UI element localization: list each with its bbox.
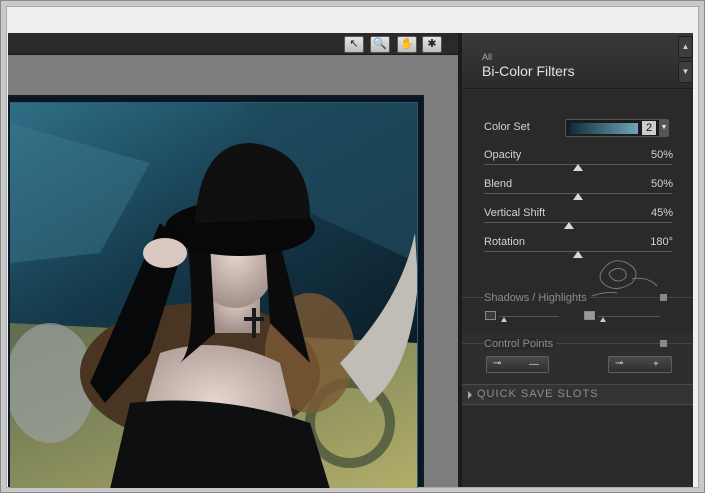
opacity-label: Opacity	[484, 149, 522, 161]
opacity-slider-thumb[interactable]	[573, 164, 583, 171]
filter-category: All	[482, 52, 493, 62]
shadow-slider[interactable]	[499, 316, 559, 317]
rose-sketch	[591, 260, 658, 297]
scroll-up-icon[interactable]: ▲	[678, 36, 693, 58]
top-strip	[7, 7, 698, 33]
key-pointer-icon: ⊸	[493, 358, 502, 369]
quick-save-label: QUICK SAVE SLOTS	[477, 388, 599, 400]
light-tool-icon[interactable]: ✱	[422, 36, 442, 53]
shadows-highlights-label: Shadows / Highlights	[484, 292, 590, 304]
color-set-label: Color Set	[484, 121, 530, 133]
rotation-slider-thumb[interactable]	[573, 251, 583, 258]
blend-label: Blend	[484, 178, 513, 190]
scroll-down-icon[interactable]: ▼	[678, 61, 693, 83]
preview-image[interactable]	[10, 102, 418, 488]
shadow-slider-thumb[interactable]	[501, 317, 507, 322]
vertical-shift-slider[interactable]	[484, 222, 672, 223]
highlight-slider-thumb[interactable]	[600, 317, 606, 322]
expand-arrow-icon	[468, 391, 472, 399]
plus-icon: +	[653, 359, 659, 370]
opacity-value: 50%	[650, 149, 673, 161]
preview-image-frame	[8, 95, 424, 488]
highlight-color-swatch[interactable]	[584, 311, 595, 320]
chevron-down-icon[interactable]: ▼	[659, 120, 669, 136]
preview-toolbar: ↖ 🔍 ✋ ✱	[8, 33, 460, 55]
vertical-shift-slider-thumb[interactable]	[563, 222, 574, 229]
shadows-expand-icon[interactable]	[660, 294, 667, 301]
minus-icon: —	[529, 359, 539, 370]
panel-empty-area	[462, 406, 693, 487]
key-pointer-icon: ⊸	[615, 358, 624, 369]
pointer-tool-icon[interactable]: ↖	[344, 36, 364, 53]
filter-panel: All Bi-Color Filters ▲ ▼ Color Set 2 ▼ O…	[462, 33, 693, 487]
control-points-label: Control Points	[484, 338, 557, 350]
vertical-shift-label: Vertical Shift	[484, 207, 546, 219]
color-set-gradient	[570, 123, 638, 134]
zoom-tool-icon[interactable]: 🔍	[370, 36, 390, 53]
color-set-value: 2	[642, 121, 656, 135]
hand-tool-icon[interactable]: ✋	[397, 36, 417, 53]
quick-save-slots[interactable]: QUICK SAVE SLOTS	[462, 384, 693, 405]
control-points-expand-icon[interactable]	[660, 340, 667, 347]
shadow-color-swatch[interactable]	[485, 311, 496, 320]
highlight-slider[interactable]	[598, 316, 660, 317]
vertical-shift-value: 45%	[650, 207, 673, 219]
blend-value: 50%	[650, 178, 673, 190]
blend-slider-thumb[interactable]	[573, 193, 583, 200]
remove-control-point-button[interactable]: ⊸ —	[486, 356, 549, 373]
color-set-selector[interactable]: 2 ▼	[565, 119, 669, 137]
add-control-point-button[interactable]: ⊸ +	[608, 356, 672, 373]
filter-title: Bi-Color Filters	[482, 63, 575, 79]
rotation-value: 180°	[650, 236, 673, 248]
panel-header: All Bi-Color Filters ▲ ▼	[462, 33, 693, 89]
rotation-label: Rotation	[484, 236, 525, 248]
